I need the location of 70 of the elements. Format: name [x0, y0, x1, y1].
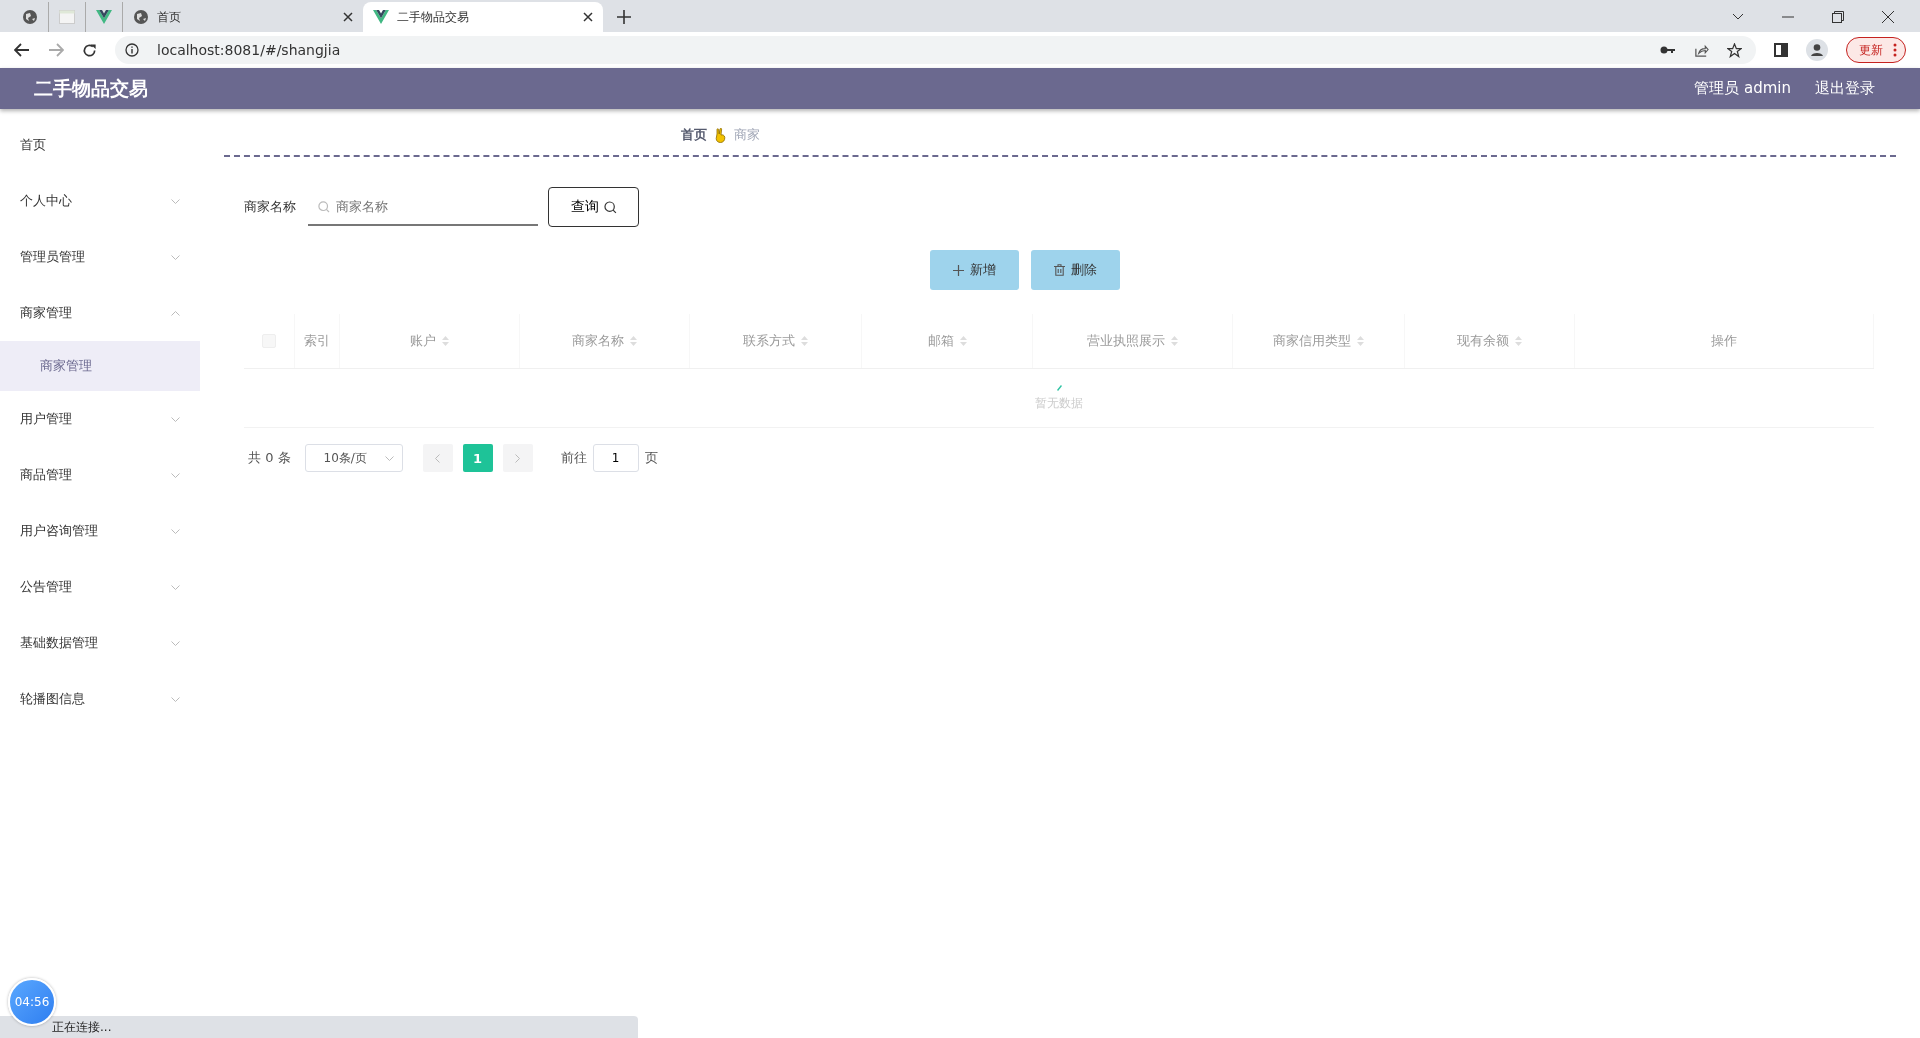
menu-item[interactable]: 用户咨询管理 — [0, 503, 200, 559]
menu-item[interactable]: 商品管理 — [0, 447, 200, 503]
star-icon[interactable] — [1727, 42, 1742, 58]
more-icon — [1893, 43, 1897, 57]
side-panel-icon[interactable] — [1774, 43, 1788, 57]
menu-item[interactable]: 公告管理 — [0, 559, 200, 615]
app-title: 二手物品交易 — [34, 75, 148, 101]
new-tab-icon[interactable] — [617, 10, 631, 24]
page-icon — [59, 10, 75, 24]
tab-title: 首页 — [157, 8, 182, 26]
total-count: 共 0 条 — [248, 449, 291, 467]
address-bar[interactable]: localhost:8081/#/shangjia — [115, 36, 1756, 64]
loading-spinner-icon — [1056, 384, 1062, 391]
hand-icon — [714, 127, 726, 143]
menu-item[interactable]: 商家管理 — [0, 285, 200, 341]
column-label: 联系方式 — [743, 332, 796, 350]
globe-icon — [133, 9, 149, 25]
profile-icon[interactable] — [1806, 39, 1828, 61]
menu-item[interactable]: 个人中心 — [0, 173, 200, 229]
chevron-right-icon — [515, 453, 521, 463]
add-button[interactable]: 新增 — [930, 250, 1019, 290]
v-logo-icon — [373, 10, 389, 24]
close-icon[interactable] — [1882, 11, 1894, 23]
v-logo-icon — [96, 10, 112, 24]
back-icon[interactable] — [14, 43, 30, 57]
chevron-down-icon[interactable] — [1732, 13, 1744, 21]
menu-item[interactable]: 基础数据管理 — [0, 615, 200, 671]
breadcrumb-item: 商家 — [733, 126, 760, 144]
chevron-down-icon — [384, 455, 394, 461]
page-size-select[interactable]: 10条/页 — [304, 444, 403, 472]
user-name: 管理员 admin — [1694, 79, 1791, 98]
delete-button[interactable]: 删除 — [1031, 250, 1120, 290]
page-input[interactable]: 1 — [592, 444, 639, 472]
query-button[interactable]: 查询 — [548, 187, 639, 227]
key-icon[interactable] — [1660, 45, 1676, 55]
close-icon[interactable] — [343, 12, 353, 22]
search-icon — [318, 201, 330, 213]
search-label: 商家名称 — [244, 198, 296, 216]
chevron-left-icon — [435, 453, 441, 463]
info-icon — [125, 43, 139, 57]
column-label: 账户 — [410, 332, 437, 350]
column-label: 索引 — [304, 332, 331, 350]
browser-tab[interactable]: 二手物品交易 — [363, 2, 603, 32]
breadcrumb-item[interactable]: 首页 — [680, 126, 707, 144]
browser-tab[interactable]: 首页 — [123, 2, 363, 32]
trash-icon — [1054, 264, 1065, 276]
submenu-item[interactable]: 商家管理 — [0, 341, 200, 391]
column-label: 商家信用类型 — [1272, 332, 1351, 350]
goto-label: 前往 — [560, 449, 587, 467]
reload-icon[interactable] — [82, 42, 97, 58]
menu-item[interactable]: 首页 — [0, 117, 200, 173]
globe-icon — [22, 9, 38, 25]
menu-item[interactable]: 轮播图信息 — [0, 671, 200, 727]
column-label: 商家名称 — [572, 332, 625, 350]
plus-icon — [953, 264, 964, 276]
tab-title: 二手物品交易 — [397, 8, 470, 26]
status-bar: 正在连接... — [0, 1016, 638, 1038]
column-label: 营业执照展示 — [1087, 332, 1165, 350]
url-text: localhost:8081/#/shangjia — [157, 42, 341, 58]
page-suffix: 页 — [644, 449, 658, 467]
column-label: 邮箱 — [927, 332, 954, 350]
update-button[interactable]: 更新 — [1846, 37, 1906, 63]
column-label: 现有余额 — [1456, 332, 1509, 350]
close-icon[interactable] — [583, 12, 593, 22]
menu-item[interactable]: 用户管理 — [0, 391, 200, 447]
search-icon — [603, 200, 617, 214]
restore-icon[interactable] — [1832, 11, 1844, 23]
menu-item[interactable]: 管理员管理 — [0, 229, 200, 285]
logout-link[interactable]: 退出登录 — [1815, 79, 1875, 98]
column-label: 操作 — [1710, 332, 1737, 350]
